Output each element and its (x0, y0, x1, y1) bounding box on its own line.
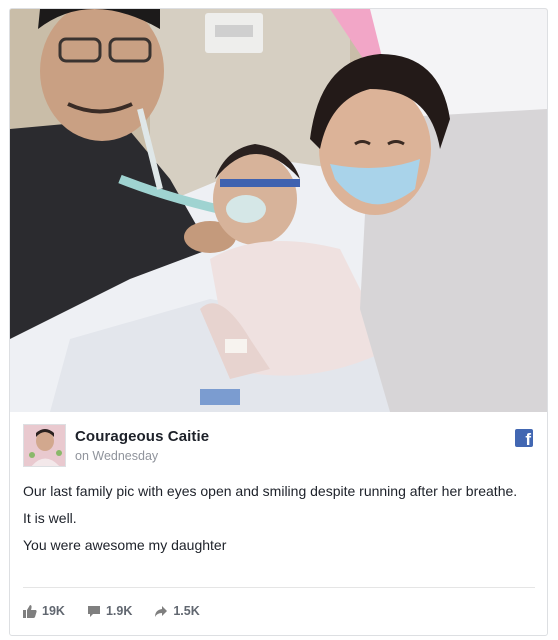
family-hospital-photo (10, 9, 547, 412)
likes-count: 19K (42, 604, 65, 618)
page-avatar[interactable] (23, 424, 66, 467)
thumbs-up-icon (23, 604, 37, 618)
post-paragraph: You were awesome my daughter (23, 537, 227, 553)
post-photo[interactable] (10, 9, 547, 412)
post-paragraph: Our last family pic with eyes open and s… (23, 483, 518, 499)
post-message: Our last family pic with eyes open and s… (23, 481, 528, 562)
page-name-link[interactable]: Courageous Caitie (75, 428, 209, 445)
likes-stat[interactable]: 19K (23, 604, 65, 618)
engagement-stats: 19K 1.9K 1.5K (23, 601, 222, 621)
divider (23, 587, 535, 588)
facebook-icon[interactable]: f (515, 429, 533, 447)
post-paragraph: It is well. (23, 510, 77, 526)
shares-count: 1.5K (173, 604, 200, 618)
comment-icon (87, 605, 100, 617)
post-header: Courageous Caitie on Wednesday f (23, 423, 535, 471)
avatar-image (24, 425, 65, 466)
post-timestamp[interactable]: on Wednesday (75, 449, 158, 463)
facebook-post-card: Courageous Caitie on Wednesday f Our las… (9, 8, 548, 636)
share-arrow-icon (155, 605, 168, 617)
comments-count: 1.9K (105, 604, 133, 618)
shares-stat[interactable]: 1.5K (154, 604, 200, 618)
comments-stat[interactable]: 1.9K (87, 604, 132, 618)
